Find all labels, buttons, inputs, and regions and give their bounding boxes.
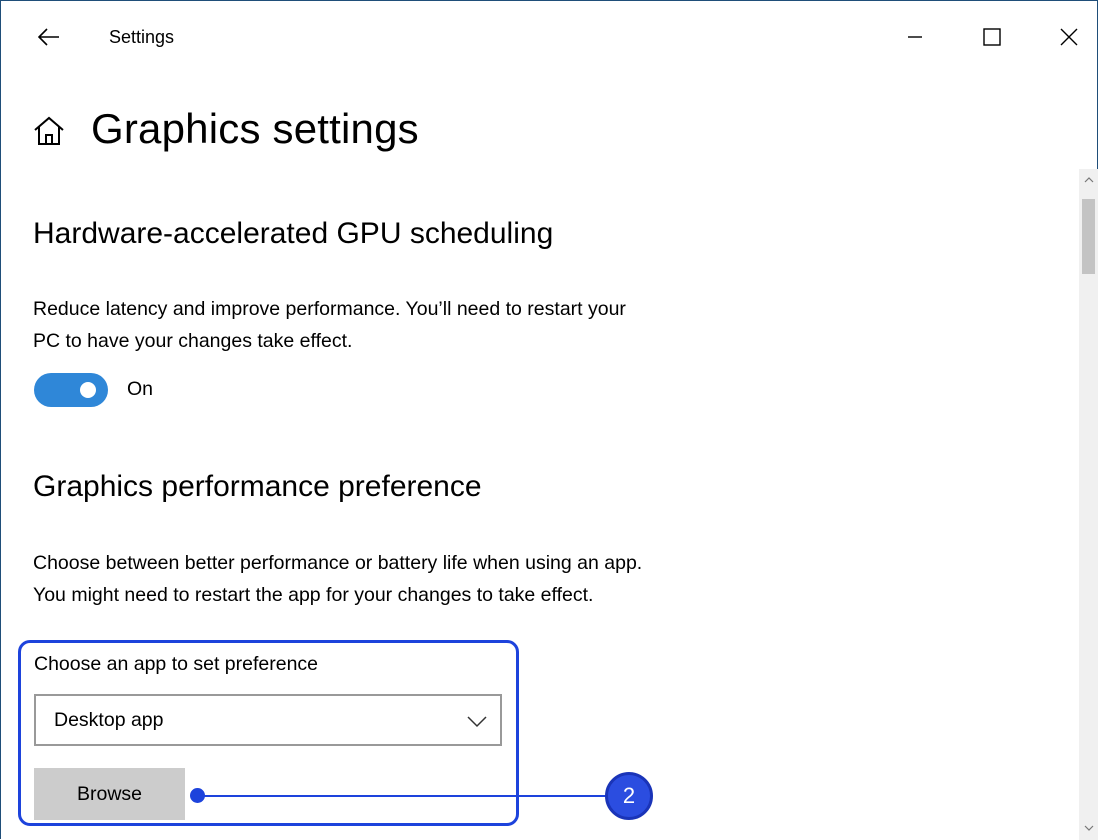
maximize-button[interactable] [970, 17, 1014, 57]
home-icon[interactable] [31, 113, 67, 149]
performance-preference-description: Choose between better performance or bat… [33, 547, 642, 611]
vertical-scrollbar[interactable] [1079, 169, 1098, 840]
callout-anchor-dot [190, 788, 205, 803]
scroll-up-button[interactable] [1079, 171, 1098, 189]
callout-connector-line [197, 795, 609, 797]
chevron-down-small-icon [1084, 825, 1093, 831]
maximize-icon [983, 28, 1001, 46]
minimize-icon [908, 36, 922, 38]
gpu-scheduling-heading: Hardware-accelerated GPU scheduling [33, 217, 554, 250]
gpu-scheduling-description: Reduce latency and improve performance. … [33, 293, 626, 357]
page-title: Graphics settings [91, 105, 419, 152]
gpu-description-line-2: PC to have your changes take effect. [33, 330, 353, 352]
app-select-label: Choose an app to set preference [34, 653, 319, 675]
title-bar: Settings [1, 1, 1097, 71]
toggle-knob [80, 382, 96, 398]
browse-button[interactable]: Browse [34, 768, 185, 820]
preference-description-line-1: Choose between better performance or bat… [33, 552, 643, 574]
gpu-scheduling-toggle[interactable] [34, 373, 108, 407]
settings-window: Settings Graphics settings Hardware-acce… [0, 0, 1098, 840]
scrollbar-thumb[interactable] [1082, 199, 1095, 274]
app-title: Settings [109, 27, 175, 47]
gpu-description-line-1: Reduce latency and improve performance. … [33, 298, 626, 320]
chevron-up-icon [1084, 177, 1093, 183]
callout-number-badge: 2 [605, 772, 653, 820]
back-arrow-icon [38, 28, 59, 46]
back-button[interactable] [29, 17, 69, 57]
minimize-button[interactable] [893, 17, 937, 57]
scroll-down-button[interactable] [1079, 819, 1098, 837]
close-button[interactable] [1047, 17, 1091, 57]
toggle-state-label: On [127, 378, 154, 400]
performance-preference-heading: Graphics performance preference [33, 470, 482, 503]
close-icon [1060, 28, 1078, 46]
app-type-dropdown[interactable]: Desktop app [34, 694, 502, 746]
chevron-down-icon [467, 716, 487, 728]
dropdown-selected-value: Desktop app [54, 709, 164, 731]
preference-description-line-2: You might need to restart the app for yo… [33, 584, 594, 606]
